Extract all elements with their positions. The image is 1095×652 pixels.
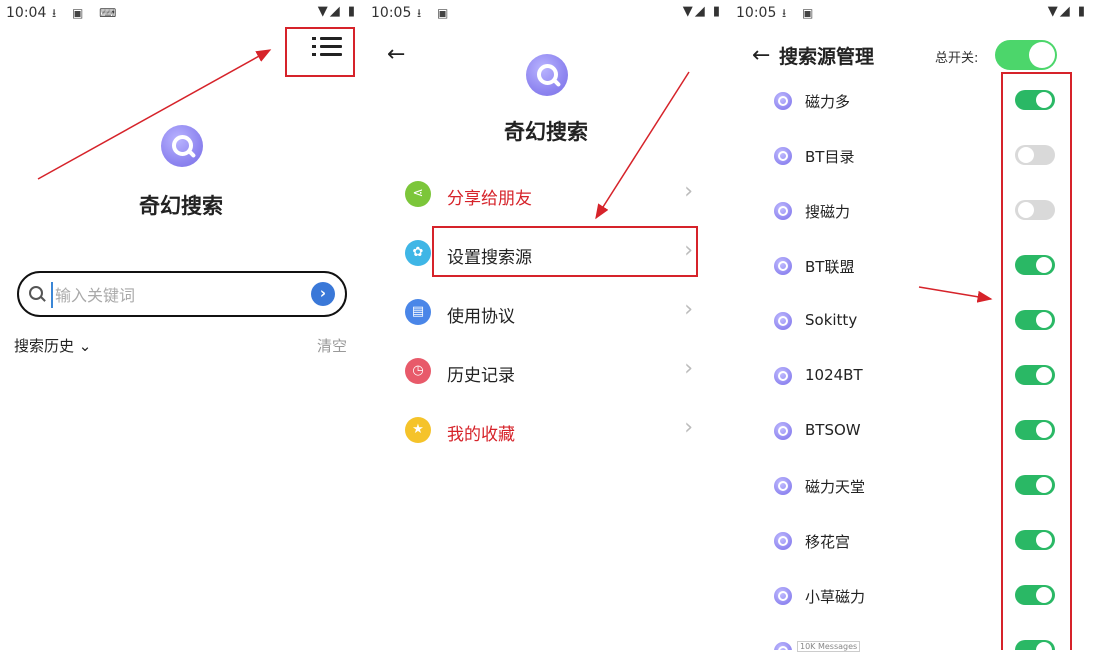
icon-glyph: ⋖ (412, 186, 424, 201)
app-logo-icon (526, 54, 568, 96)
document-icon: ▤ (405, 299, 431, 325)
status-time: 10:05 (736, 5, 777, 21)
back-arrow-icon[interactable]: ← (752, 43, 770, 68)
notification-icons: ⭳ ▣ (417, 6, 455, 20)
master-switch-toggle[interactable] (995, 40, 1057, 70)
share-icon: ⋖ (405, 181, 431, 207)
menu-item-label: 使用协议 (447, 307, 515, 327)
signal-battery-icons: ▼◢ ▮ (682, 4, 722, 19)
icon-glyph: ◷ (412, 363, 424, 378)
icon-glyph: ▤ (411, 304, 425, 319)
signal-battery-icons: ▼◢ ▮ (317, 4, 357, 19)
status-time: 10:04 (6, 5, 47, 21)
menu-item-label: 历史记录 (447, 366, 515, 386)
source-name: Sokitty (805, 311, 858, 329)
source-name: BT联盟 (805, 258, 855, 276)
chevron-right-icon: › (684, 297, 693, 322)
signal-battery-icons: ▼◢ ▮ (1047, 4, 1087, 19)
clear-history-button[interactable]: 清空 (317, 335, 347, 356)
app-title: 奇幻搜索 (139, 194, 223, 218)
star-icon: ★ (405, 417, 431, 443)
app-logo-icon (161, 125, 203, 167)
source-logo-icon (774, 532, 792, 550)
status-bar: 10:05 ⭳ ▣ ▼◢ ▮ (730, 0, 1095, 26)
source-logo-icon (774, 422, 792, 440)
source-logo-icon (774, 312, 792, 330)
source-name: BTSOW (805, 421, 861, 439)
menu-item[interactable]: ◷ 历史记录 › (403, 352, 693, 392)
search-go-button[interactable]: › (311, 282, 335, 306)
toggle-knob (1029, 42, 1055, 68)
source-manager-screen: 10:05 ⭳ ▣ ▼◢ ▮ ← 搜索源管理 总开关: 磁力多 BT目录搜磁力 BT… (730, 0, 1095, 650)
source-logo-icon (774, 477, 792, 495)
source-logo-icon (774, 642, 792, 650)
back-arrow-icon[interactable]: ← (387, 42, 405, 67)
source-name: 磁力多 (805, 93, 851, 111)
search-icon (29, 286, 43, 300)
search-bar: › (17, 271, 347, 317)
source-logo-icon (774, 202, 792, 220)
source-name: 小草磁力 (805, 588, 866, 606)
watermark-badge: 10K Messages (797, 641, 861, 652)
source-name: 移花宫 (805, 533, 851, 551)
menu-item-label: 我的收藏 (447, 425, 515, 445)
source-logo-icon (774, 587, 792, 605)
status-bar: 10:05 ⭳ ▣ ▼◢ ▮ (365, 0, 730, 26)
gear-icon: ✿ (405, 240, 431, 266)
home-screen: 10:04 ⭳ ▣ ⌨ ▼◢ ▮ 奇幻搜索 › 搜索历史 ⌄ 清空 (0, 0, 365, 650)
highlight-toggles-box (1001, 72, 1072, 650)
menu-item[interactable]: ⋖ 分享给朋友 › (403, 175, 693, 215)
page-title: 搜索源管理 (779, 46, 875, 68)
icon-glyph: ✿ (412, 245, 424, 260)
source-name: 搜磁力 (805, 203, 851, 221)
source-name: 1024BT (805, 366, 863, 384)
status-time: 10:05 (371, 5, 412, 21)
highlight-settings-box (432, 226, 698, 277)
master-switch-label: 总开关: (935, 51, 979, 66)
clock-icon: ◷ (405, 358, 431, 384)
chevron-right-icon: › (684, 415, 693, 440)
chevron-right-icon: › (684, 356, 693, 381)
menu-item-label: 分享给朋友 (447, 189, 532, 209)
menu-item[interactable]: ★ 我的收藏 › (403, 411, 693, 451)
chevron-right-icon: › (684, 179, 693, 204)
source-name: 磁力天堂 (805, 478, 866, 496)
search-input[interactable] (51, 282, 307, 308)
side-menu-screen: 10:05 ⭳ ▣ ▼◢ ▮ ← 奇幻搜索 ⋖ 分享给朋友 › ✿ 设置搜索源 › ▤ 使用协… (365, 0, 730, 650)
menu-item[interactable]: ▤ 使用协议 › (403, 293, 693, 333)
source-logo-icon (774, 257, 792, 275)
notification-icons: ⭳ ▣ ⌨ (52, 6, 123, 20)
highlight-menu-box (285, 27, 355, 77)
status-bar: 10:04 ⭳ ▣ ⌨ ▼◢ ▮ (0, 0, 365, 26)
source-name: BT目录 (805, 148, 855, 166)
source-logo-icon (774, 147, 792, 165)
app-title: 奇幻搜索 (504, 120, 588, 144)
source-logo-icon (774, 92, 792, 110)
notification-icons: ⭳ ▣ (782, 6, 820, 20)
icon-glyph: ★ (412, 422, 424, 437)
search-history-toggle[interactable]: 搜索历史 ⌄ (14, 335, 91, 356)
source-logo-icon (774, 367, 792, 385)
